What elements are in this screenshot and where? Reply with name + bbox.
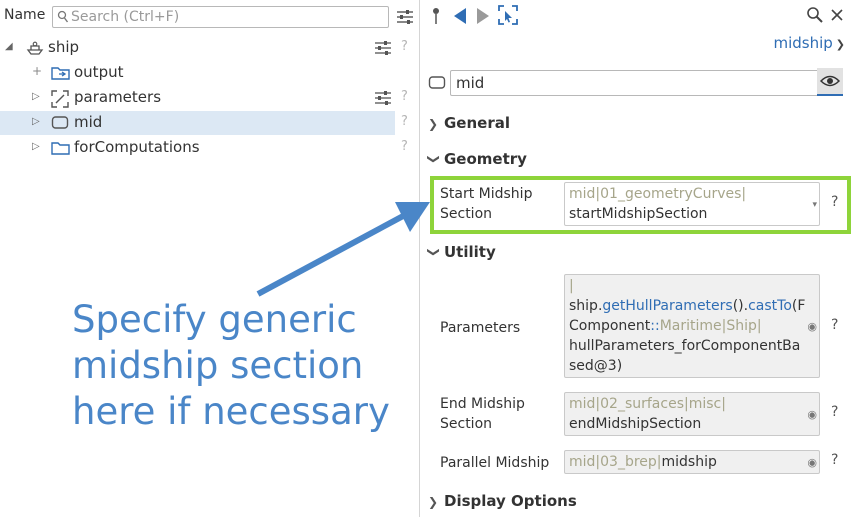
annotation-text: Specify generic midship section here if …	[72, 298, 390, 433]
annotation-arrow	[256, 202, 430, 297]
